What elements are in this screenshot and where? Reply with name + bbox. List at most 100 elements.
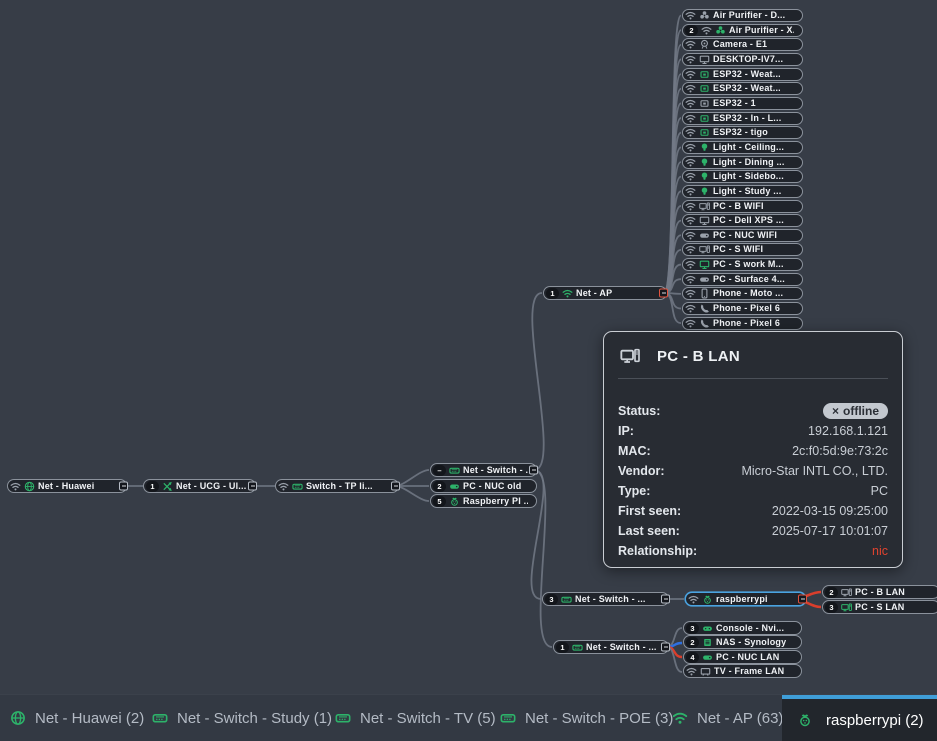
wifi-icon bbox=[685, 303, 696, 314]
handset-icon bbox=[699, 318, 710, 329]
node-nas-synology[interactable]: 2NAS - Synology bbox=[683, 635, 802, 649]
monitor-icon bbox=[699, 259, 710, 270]
tab-net-switch-study-1[interactable]: Net - Switch - Study (1) bbox=[152, 695, 332, 741]
tab-label: Net - Switch - POE (3) bbox=[525, 710, 673, 727]
wifi-icon bbox=[685, 127, 696, 138]
node-pc-b-lan[interactable]: 2PC - B LAN bbox=[822, 585, 937, 599]
collapse-button[interactable] bbox=[661, 643, 670, 652]
node-net-ap[interactable]: 1Net - AP bbox=[543, 286, 667, 300]
globe-icon bbox=[10, 710, 26, 726]
node-light-dining[interactable]: Light - Dining ... bbox=[682, 156, 803, 169]
port-badge: 2 bbox=[685, 25, 698, 36]
node-net-switch[interactable]: –Net - Switch - ... bbox=[430, 463, 537, 477]
node-pc-nuc-wifi[interactable]: PC - NUC WIFI bbox=[682, 229, 803, 242]
node-pc-nuc-old[interactable]: 2PC - NUC old bbox=[430, 479, 537, 493]
wifi-icon bbox=[10, 481, 21, 492]
node-phone-pixel-6[interactable]: Phone - Pixel 6 bbox=[682, 302, 803, 315]
node-label: Light - Dining ... bbox=[713, 158, 785, 167]
node-esp32-weat[interactable]: ESP32 - Weat... bbox=[682, 82, 803, 95]
node-label: Phone - Moto ... bbox=[713, 289, 783, 298]
detail-row: MAC:2c:f0:5d:9e:73:2c bbox=[618, 441, 888, 461]
node-label: TV - Frame LAN bbox=[714, 667, 784, 676]
minipc-icon bbox=[702, 652, 713, 663]
node-pc-s-wifi[interactable]: PC - S WIFI bbox=[682, 243, 803, 256]
node-label: Net - Switch - ... bbox=[463, 466, 528, 475]
node-pc-dell-xps[interactable]: PC - Dell XPS ... bbox=[682, 214, 803, 227]
routes-icon bbox=[162, 481, 173, 492]
tab-net-switch-tv-5[interactable]: Net - Switch - TV (5) bbox=[335, 695, 496, 741]
tab-net-switch-poe-3[interactable]: Net - Switch - POE (3) bbox=[500, 695, 673, 741]
node-pc-nuc-lan[interactable]: 4PC - NUC LAN bbox=[683, 650, 802, 664]
collapse-button[interactable] bbox=[119, 482, 128, 491]
port-badge: 2 bbox=[433, 481, 446, 492]
node-console-nvi[interactable]: 3Console - Nvi... bbox=[683, 621, 802, 635]
node-esp32-tigo[interactable]: ESP32 - tigo bbox=[682, 126, 803, 139]
collapse-button[interactable] bbox=[391, 482, 400, 491]
node-esp32-weat[interactable]: ESP32 - Weat... bbox=[682, 68, 803, 81]
x-icon: × bbox=[832, 404, 839, 418]
collapse-button[interactable] bbox=[248, 482, 257, 491]
node-pc-s-work-m[interactable]: PC - S work M... bbox=[682, 258, 803, 271]
node-phone-pixel-6[interactable]: Phone - Pixel 6 bbox=[682, 317, 803, 330]
collapse-button[interactable] bbox=[659, 289, 668, 298]
tab-bar: Net - Huawei (2) Net - Switch - Study (1)… bbox=[0, 694, 937, 741]
node-label: Phone - Pixel 6 bbox=[713, 319, 780, 328]
node-esp32-1[interactable]: ESP32 - 1 bbox=[682, 97, 803, 110]
node-desktop-iv7[interactable]: DESKTOP-IV7... bbox=[682, 53, 803, 66]
wifi-icon bbox=[562, 288, 573, 299]
node-net-switch[interactable]: 1Net - Switch - ... bbox=[553, 640, 669, 654]
detail-value: 2025-07-17 10:01:07 bbox=[772, 524, 888, 538]
node-pc-surface-4[interactable]: PC - Surface 4... bbox=[682, 273, 803, 286]
switch-icon bbox=[572, 642, 583, 653]
switch-icon bbox=[500, 710, 516, 726]
tab-net-huawei-2[interactable]: Net - Huawei (2) bbox=[10, 695, 144, 741]
handset-icon bbox=[699, 303, 710, 314]
wifi-icon bbox=[685, 288, 696, 299]
gray-link bbox=[532, 293, 543, 470]
node-pc-s-lan[interactable]: 3PC - S LAN bbox=[822, 600, 937, 614]
node-label: ESP32 - In - L... bbox=[713, 114, 781, 123]
collapse-button[interactable] bbox=[798, 595, 807, 604]
node-label: Light - Ceiling... bbox=[713, 143, 784, 152]
tab-label: Net - Huawei (2) bbox=[35, 710, 144, 727]
fan-icon bbox=[699, 10, 710, 21]
wifi-icon bbox=[685, 157, 696, 168]
pc-icon bbox=[699, 244, 710, 255]
node-raspberry-pi[interactable]: 5Raspberry PI ... bbox=[430, 494, 537, 508]
node-label: ESP32 - tigo bbox=[713, 128, 768, 137]
tab-net-ap-63[interactable]: Net - AP (63) bbox=[672, 695, 783, 741]
node-light-sidebo[interactable]: Light - Sidebo... bbox=[682, 170, 803, 183]
raspberry-icon bbox=[797, 712, 813, 728]
node-label: Camera - E1 bbox=[713, 40, 767, 49]
node-label: Raspberry PI ... bbox=[463, 497, 528, 506]
node-light-study[interactable]: Light - Study ... bbox=[682, 185, 803, 198]
node-label: PC - NUC LAN bbox=[716, 653, 779, 662]
node-switch-tp-li[interactable]: Switch - TP li... bbox=[275, 479, 399, 493]
wifi-icon bbox=[685, 318, 696, 329]
node-label: Net - Switch - ... bbox=[586, 643, 657, 652]
node-net-huawei[interactable]: Net - Huawei bbox=[7, 479, 127, 493]
node-tv-frame-lan[interactable]: TV - Frame LAN bbox=[683, 664, 802, 678]
collapse-button[interactable] bbox=[529, 466, 538, 475]
wifi-icon bbox=[685, 113, 696, 124]
globe-icon bbox=[24, 481, 35, 492]
node-light-ceiling[interactable]: Light - Ceiling... bbox=[682, 141, 803, 154]
node-net-switch[interactable]: 3Net - Switch - ... bbox=[542, 592, 669, 606]
node-pc-b-wifi[interactable]: PC - B WIFI bbox=[682, 200, 803, 213]
port-badge: 3 bbox=[825, 602, 838, 613]
node-air-purifier-d[interactable]: Air Purifier - D... bbox=[682, 9, 803, 22]
detail-row: Relationship:nic bbox=[618, 541, 888, 561]
collapse-button[interactable] bbox=[661, 595, 670, 604]
node-esp32-in-l[interactable]: ESP32 - In - L... bbox=[682, 112, 803, 125]
node-air-purifier-x[interactable]: 2Air Purifier - X... bbox=[682, 24, 803, 37]
node-raspberrypi[interactable]: raspberrypi bbox=[685, 592, 806, 606]
device-details-popup: PC - B LAN Status:×offlineIP:192.168.1.1… bbox=[603, 331, 903, 568]
node-phone-moto[interactable]: Phone - Moto ... bbox=[682, 287, 803, 300]
switch-icon bbox=[152, 710, 168, 726]
node-net-ucg-ul[interactable]: 1Net - UCG - Ul... bbox=[143, 479, 256, 493]
node-label: PC - Surface 4... bbox=[713, 275, 785, 284]
status-text: offline bbox=[843, 404, 879, 418]
gamepad-icon bbox=[702, 623, 713, 634]
tab-raspberrypi-2[interactable]: raspberrypi (2) bbox=[782, 695, 937, 741]
node-camera-e1[interactable]: Camera - E1 bbox=[682, 38, 803, 51]
